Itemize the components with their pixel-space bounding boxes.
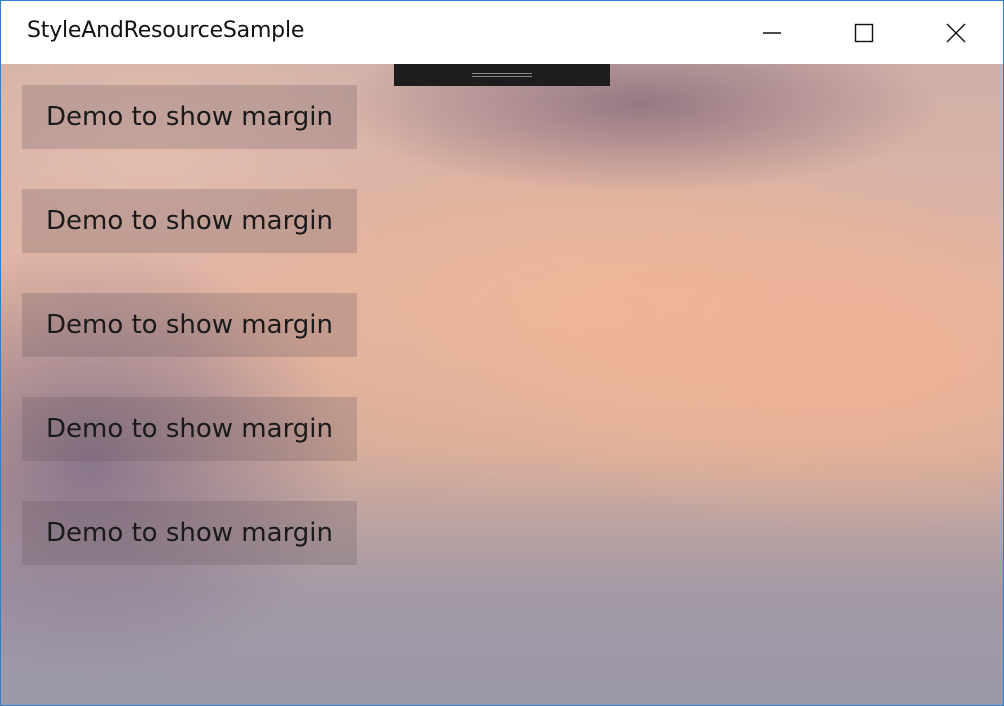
debug-toolbar-handle[interactable] [394,64,610,86]
app-window: StyleAndResourceSample Demo to show marg… [0,0,1004,706]
grip-icon [472,73,532,77]
maximize-button[interactable] [818,1,910,64]
demo-margin-button-4[interactable]: Demo to show margin [22,397,357,461]
close-icon [946,23,966,43]
minimize-button[interactable] [726,1,818,64]
demo-margin-button-2[interactable]: Demo to show margin [22,189,357,253]
demo-margin-button-5[interactable]: Demo to show margin [22,501,357,565]
maximize-icon [854,23,874,43]
demo-margin-button-3[interactable]: Demo to show margin [22,293,357,357]
demo-margin-button-1[interactable]: Demo to show margin [22,85,357,149]
window-title: StyleAndResourceSample [27,18,305,43]
app-content: Demo to show margin Demo to show margin … [1,64,1003,705]
minimize-icon [762,23,782,43]
close-button[interactable] [910,1,1002,64]
title-bar[interactable]: StyleAndResourceSample [1,1,1003,64]
